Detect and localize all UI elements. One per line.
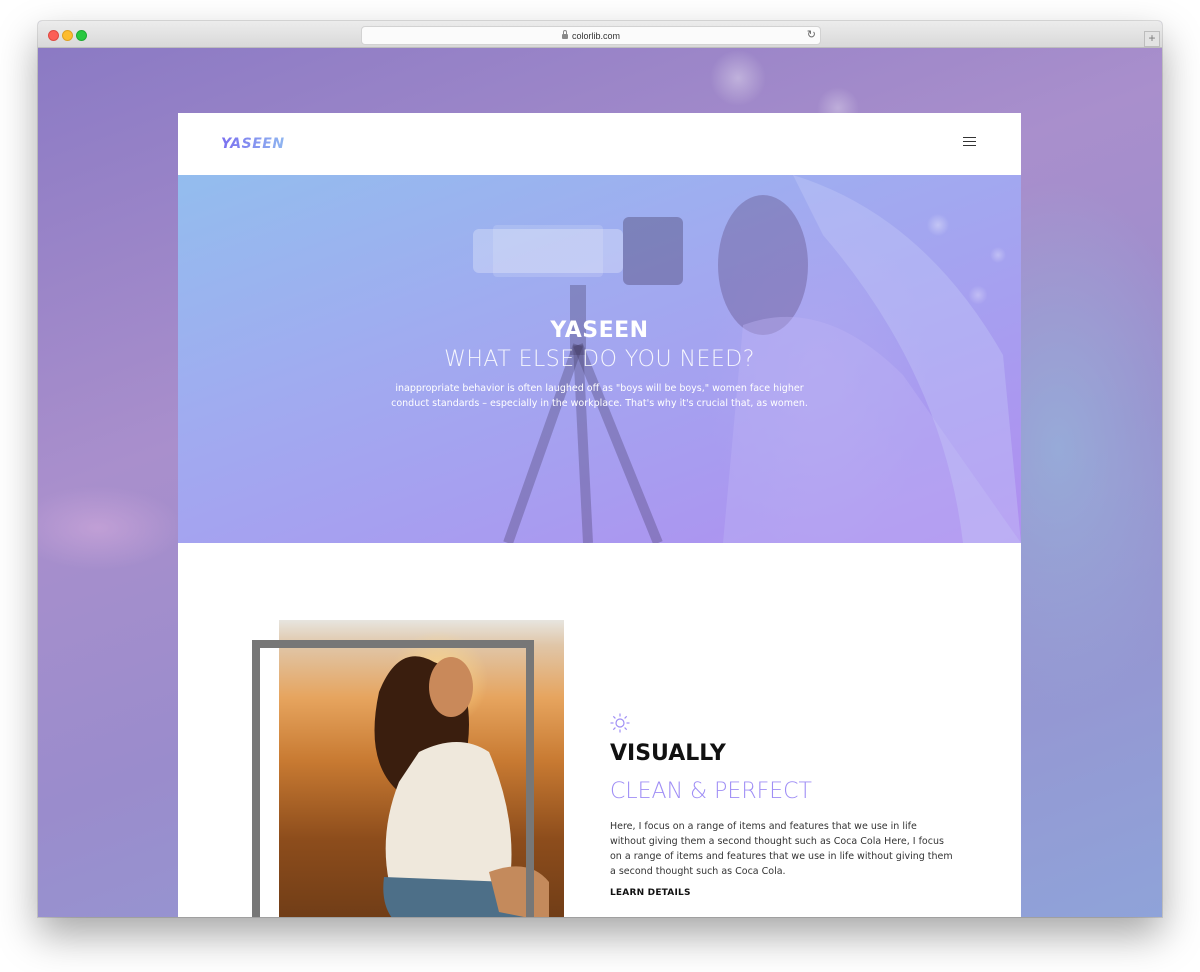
- minimize-window-button[interactable]: [62, 30, 73, 41]
- hero-subtitle: WHAT ELSE DO YOU NEED?: [444, 347, 755, 372]
- site-logo[interactable]: YASEEN: [221, 136, 285, 152]
- hero-section: YASEEN WHAT ELSE DO YOU NEED? inappropri…: [178, 175, 1021, 543]
- maximize-window-button[interactable]: [76, 30, 87, 41]
- learn-details-link[interactable]: LEARN DETAILS: [610, 888, 691, 898]
- photo-frame: [252, 640, 534, 917]
- page-card: YASEEN YASEEN WHAT ELSE DO YOU NEED? ina…: [178, 113, 1021, 917]
- site-header: YASEEN: [178, 113, 1021, 175]
- browser-window: colorlib.com ↻ + YASEEN YASEEN WHAT ELSE…: [38, 21, 1162, 917]
- feature-description: Here, I focus on a range of items and fe…: [610, 821, 953, 877]
- address-url: colorlib.com: [571, 30, 620, 41]
- hamburger-menu-icon[interactable]: [963, 137, 976, 147]
- new-tab-button[interactable]: +: [1144, 31, 1160, 47]
- hero-description: inappropriate behavior is often laughed …: [391, 383, 808, 409]
- reload-icon[interactable]: ↻: [807, 28, 816, 41]
- hero-title: YASEEN: [550, 318, 649, 343]
- browser-titlebar: colorlib.com ↻ +: [38, 21, 1162, 48]
- feature-title: VISUALLY: [610, 741, 726, 766]
- address-bar[interactable]: colorlib.com ↻: [361, 26, 821, 45]
- lock-icon: [561, 30, 568, 39]
- feature-subtitle: CLEAN & PERFECT: [610, 779, 812, 804]
- camera-illustration: [473, 217, 683, 285]
- page-viewport: YASEEN YASEEN WHAT ELSE DO YOU NEED? ina…: [38, 48, 1162, 917]
- close-window-button[interactable]: [48, 30, 59, 41]
- sun-icon: [610, 713, 630, 733]
